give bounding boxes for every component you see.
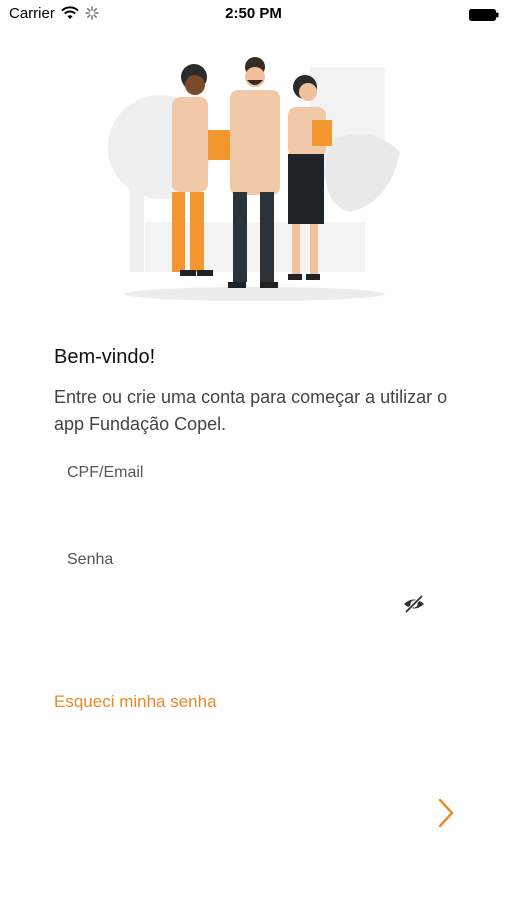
status-bar: Carrier 2:50 PM xyxy=(0,0,507,28)
forgot-password-link[interactable]: Esqueci minha senha xyxy=(54,692,217,712)
welcome-subtitle: Entre ou crie uma conta para começar a u… xyxy=(54,387,448,434)
battery-icon xyxy=(469,8,499,26)
status-time: 2:50 PM xyxy=(225,5,282,22)
cpf-email-label: CPF/Email xyxy=(67,464,144,481)
password-input[interactable] xyxy=(67,590,387,618)
eye-off-icon[interactable] xyxy=(402,594,426,614)
welcome-title: Bem-vindo! xyxy=(54,346,156,368)
cpf-email-input[interactable] xyxy=(67,496,437,524)
doctors-illustration xyxy=(100,52,410,304)
password-label: Senha xyxy=(67,551,114,568)
chevron-right-icon[interactable] xyxy=(430,796,460,830)
